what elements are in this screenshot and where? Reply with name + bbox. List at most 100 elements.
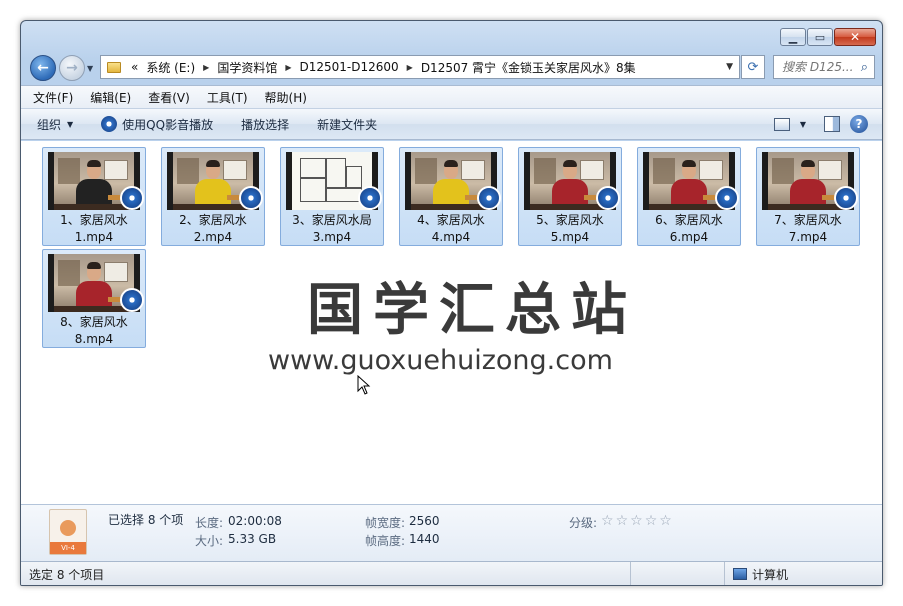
recent-pages-dropdown[interactable]: ▼ xyxy=(87,64,93,73)
file-name-line2: 5.mp4 xyxy=(550,230,590,244)
board-shape xyxy=(461,160,485,180)
shelf-shape xyxy=(534,158,556,184)
explorer-window: ▁ ▭ ✕ ← → ▼ « 系统 (E:) ▶ 国学资料馆 ▶ D12501-D… xyxy=(20,20,883,586)
breadcrumb-folder[interactable]: D12501-D12600 xyxy=(295,60,402,74)
window-controls: ▁ ▭ ✕ xyxy=(780,28,876,46)
star-icon[interactable]: ☆ xyxy=(616,513,629,529)
presenter-hair xyxy=(87,160,101,167)
file-item[interactable]: 4、家居风水 4.mp4 xyxy=(399,147,503,246)
file-name-line2: 4.mp4 xyxy=(431,230,471,244)
status-spacer xyxy=(631,562,725,585)
file-name-line1: 7、家居风水 xyxy=(774,213,842,227)
file-name-line2: 3.mp4 xyxy=(312,230,352,244)
file-name: 8、家居风水 8.mp4 xyxy=(43,314,145,348)
duration-value: 02:00:08 xyxy=(228,514,282,528)
refresh-button[interactable]: ⟳ xyxy=(741,55,765,79)
file-list[interactable]: 1、家居风水 1.mp4 2、家居风水 2.mp4 3、家居风水局 3.mp4 … xyxy=(21,141,882,504)
search-box[interactable]: ⌕ xyxy=(773,55,875,79)
star-icon[interactable]: ☆ xyxy=(601,513,614,529)
organize-label: 组织 xyxy=(37,117,62,132)
menu-view[interactable]: 查看(V) xyxy=(148,89,190,106)
presenter-hair xyxy=(87,262,101,269)
command-bar: 组织 ▼ 使用QQ影音播放 播放选择 新建文件夹 ▼ ? xyxy=(21,108,882,140)
new-folder-button[interactable]: 新建文件夹 xyxy=(317,116,377,133)
file-item[interactable]: 8、家居风水 8.mp4 xyxy=(42,249,146,348)
file-name-line2: 8.mp4 xyxy=(74,332,114,346)
board-shape xyxy=(580,160,604,180)
chevron-right-icon[interactable]: ▶ xyxy=(281,63,295,72)
close-button[interactable]: ✕ xyxy=(834,28,876,46)
shelf-shape xyxy=(653,158,675,184)
presenter-hair xyxy=(801,160,815,167)
address-dropdown-icon[interactable]: ▼ xyxy=(726,62,733,72)
floor-plan-room xyxy=(300,178,326,202)
menu-file[interactable]: 文件(F) xyxy=(33,89,73,106)
file-name-line1: 8、家居风水 xyxy=(60,315,128,329)
qq-player-badge-icon xyxy=(477,186,501,210)
maximize-button[interactable]: ▭ xyxy=(807,28,833,46)
file-item[interactable]: 6、家居风水 6.mp4 xyxy=(637,147,741,246)
qq-player-badge-icon xyxy=(834,186,858,210)
board-shape xyxy=(104,160,128,180)
qq-player-badge-icon xyxy=(120,288,144,312)
presenter-hair xyxy=(682,160,696,167)
address-bar[interactable]: « 系统 (E:) ▶ 国学资料馆 ▶ D12501-D12600 ▶ D125… xyxy=(100,55,740,79)
menu-bar: 文件(F) 编辑(E) 查看(V) 工具(T) 帮助(H) xyxy=(21,85,882,108)
menu-edit[interactable]: 编辑(E) xyxy=(90,89,131,106)
search-icon[interactable]: ⌕ xyxy=(861,60,868,75)
shelf-shape xyxy=(415,158,437,184)
star-icon[interactable]: ☆ xyxy=(645,513,658,529)
breadcrumb-overflow[interactable]: « xyxy=(127,60,142,74)
breadcrumb-folder[interactable]: 国学资料馆 xyxy=(213,59,281,76)
new-folder-label: 新建文件夹 xyxy=(317,117,378,132)
back-button[interactable]: ← xyxy=(30,55,56,81)
rating-stars[interactable]: ☆ ☆ ☆ ☆ ☆ xyxy=(601,513,672,529)
organize-button[interactable]: 组织 ▼ xyxy=(37,116,73,133)
rating-label: 分级: xyxy=(569,516,598,530)
view-options-dropdown-icon[interactable]: ▼ xyxy=(800,120,806,129)
presenter-hair xyxy=(563,160,577,167)
file-name-line1: 5、家居风水 xyxy=(536,213,604,227)
shelf-shape xyxy=(772,158,794,184)
qq-play-button[interactable]: 使用QQ影音播放 xyxy=(101,116,213,133)
help-icon[interactable]: ? xyxy=(850,115,868,133)
search-input[interactable] xyxy=(782,60,852,74)
frame-width-label: 帧宽度: xyxy=(365,516,406,530)
file-name-line1: 3、家居风水局 xyxy=(292,213,372,227)
change-view-icon[interactable] xyxy=(773,117,790,131)
chevron-down-icon: ▼ xyxy=(67,119,74,129)
file-item[interactable]: 5、家居风水 5.mp4 xyxy=(518,147,622,246)
video-file-icon: VI-4 xyxy=(49,509,87,555)
file-name: 4、家居风水 4.mp4 xyxy=(400,212,502,246)
file-name-line2: 2.mp4 xyxy=(193,230,233,244)
qq-player-badge-icon xyxy=(596,186,620,210)
preview-pane-icon[interactable] xyxy=(824,116,840,132)
file-name: 6、家居风水 6.mp4 xyxy=(638,212,740,246)
chevron-right-icon[interactable]: ▶ xyxy=(403,63,417,72)
file-emblem-icon xyxy=(60,520,76,536)
forward-button[interactable]: → xyxy=(59,55,85,81)
file-name-line1: 6、家居风水 xyxy=(655,213,723,227)
file-item[interactable]: 2、家居风水 2.mp4 xyxy=(161,147,265,246)
file-name-line1: 1、家居风水 xyxy=(60,213,128,227)
shelf-shape xyxy=(58,158,80,184)
play-selection-button[interactable]: 播放选择 xyxy=(241,116,289,133)
chevron-right-icon[interactable]: ▶ xyxy=(199,63,213,72)
file-item[interactable]: 3、家居风水局 3.mp4 xyxy=(280,147,384,246)
file-item[interactable]: 7、家居风水 7.mp4 xyxy=(756,147,860,246)
file-item[interactable]: 1、家居风水 1.mp4 xyxy=(42,147,146,246)
watermark-url: www.guoxuehuizong.com xyxy=(268,345,613,376)
menu-help[interactable]: 帮助(H) xyxy=(265,89,307,106)
minimize-button[interactable]: ▁ xyxy=(780,28,806,46)
menu-tools[interactable]: 工具(T) xyxy=(207,89,248,106)
breadcrumb-drive[interactable]: 系统 (E:) xyxy=(142,59,199,76)
star-icon[interactable]: ☆ xyxy=(659,513,672,529)
star-icon[interactable]: ☆ xyxy=(630,513,643,529)
frame-height-label: 帧高度: xyxy=(365,534,406,548)
refresh-icon: ⟳ xyxy=(747,59,759,75)
selection-count: 已选择 8 个项 xyxy=(108,513,184,527)
presenter-hair xyxy=(206,160,220,167)
play-selection-label: 播放选择 xyxy=(241,117,290,132)
qq-player-badge-icon xyxy=(239,186,263,210)
breadcrumb-current[interactable]: D12507 霄宁《金锁玉关家居风水》8集 xyxy=(417,59,640,76)
